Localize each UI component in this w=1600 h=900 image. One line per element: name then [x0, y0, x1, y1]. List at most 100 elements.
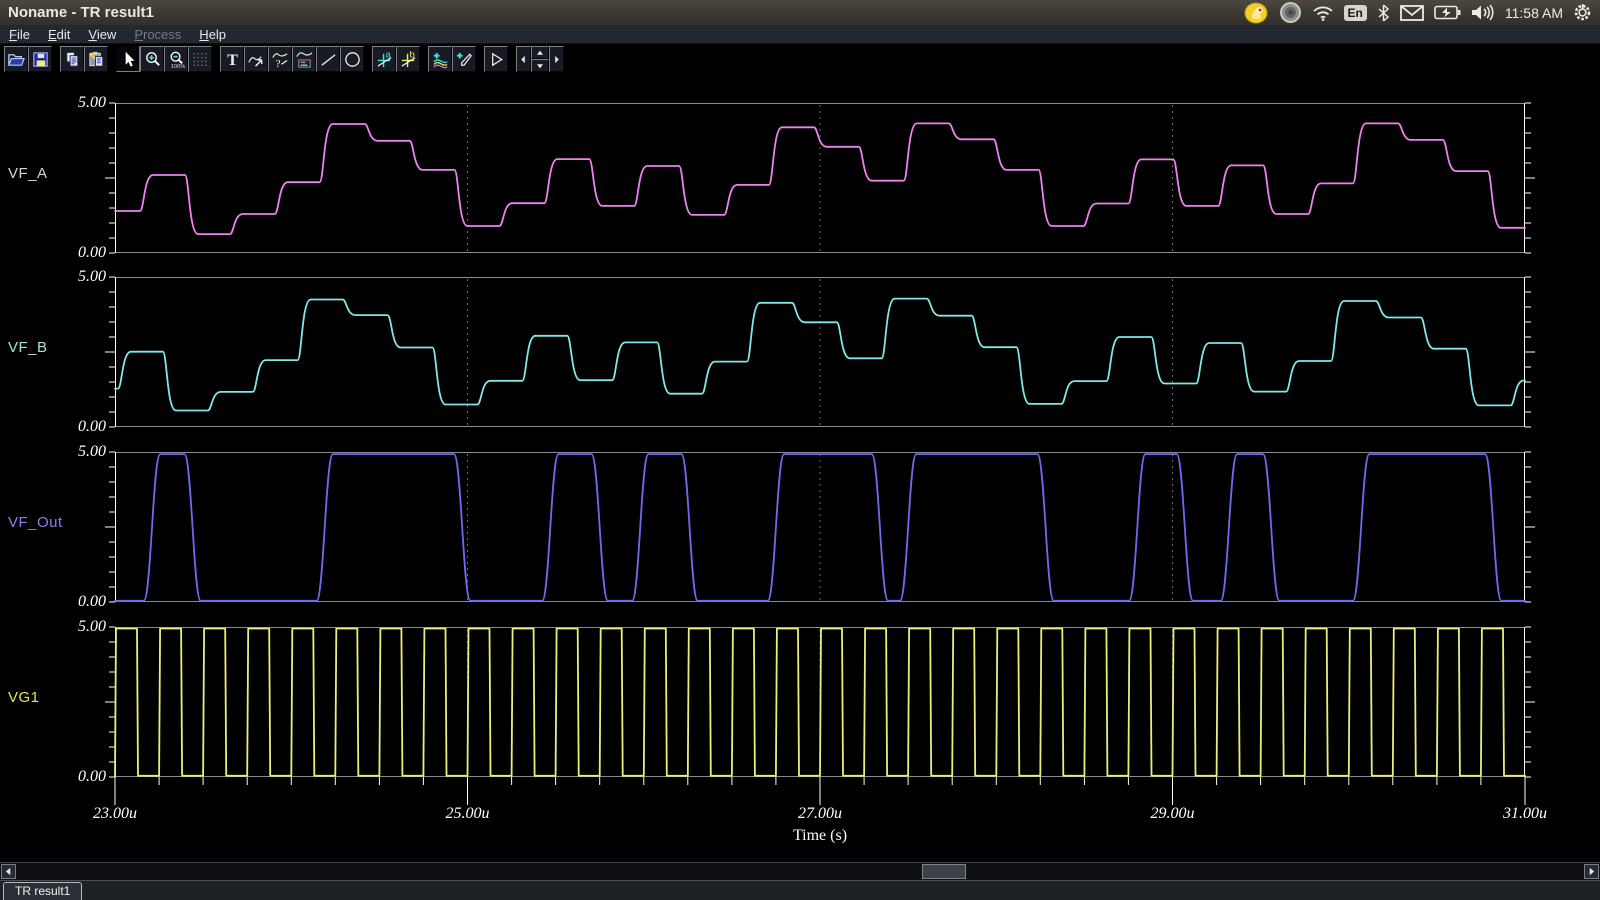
scrollbar-track[interactable] [17, 864, 1583, 879]
y-min-label: 0.00 [36, 244, 106, 262]
y-max-label: 5.00 [36, 618, 106, 636]
zoom-out-100-button[interactable]: 100% [164, 46, 188, 72]
add-curves-icon [431, 50, 450, 69]
y-max-label: 5.00 [36, 94, 106, 112]
svg-text:b: b [409, 50, 414, 61]
cursor-a-button[interactable]: a [372, 46, 396, 72]
svg-text:a: a [385, 50, 391, 61]
menu-help[interactable]: Help [190, 27, 235, 42]
save-file-button[interactable] [28, 46, 52, 72]
grid-icon [191, 50, 210, 69]
copy-icon [63, 50, 82, 69]
titlebar: Noname - TR result1 En 11:58 AM [0, 0, 1600, 25]
toolbar-group [60, 46, 108, 72]
paste-button[interactable] [84, 46, 108, 72]
curve-legend-button[interactable] [292, 46, 316, 72]
process-run-icon [487, 50, 506, 69]
bluetooth-icon[interactable] [1377, 4, 1390, 22]
trace-label-vg1: VG1 [8, 689, 40, 706]
app-badge-icon[interactable] [1244, 2, 1269, 24]
grid-button[interactable] [188, 46, 212, 72]
scroll-left-button[interactable] [1, 864, 16, 879]
svg-text:100%: 100% [170, 64, 185, 69]
toolbar-group [4, 46, 52, 72]
line-tool-icon [319, 50, 338, 69]
horizontal-scrollbar [0, 862, 1600, 880]
curve-help-icon: ? [271, 50, 290, 69]
toolbar-group: T? [220, 46, 364, 72]
text-tool-icon: T [223, 50, 242, 69]
copy-button[interactable] [60, 46, 84, 72]
curve-pointer-button[interactable] [244, 46, 268, 72]
window-title: Noname - TR result1 [0, 4, 154, 21]
toolbar-group [428, 46, 476, 72]
zoom-in-button[interactable] [140, 46, 164, 72]
trace-label-vf_out: VF_Out [8, 514, 63, 531]
toolbar-group: ab [372, 46, 420, 72]
x-tick-label: 25.00u [413, 805, 523, 823]
nav-left-button[interactable] [516, 46, 531, 72]
cursor-b-icon: b [399, 50, 418, 69]
select-cursor-button[interactable] [116, 46, 140, 72]
scroll-right-button[interactable] [1584, 864, 1599, 879]
open-file-icon [7, 50, 26, 69]
x-tick-label: 27.00u [765, 805, 875, 823]
toolbar-group [516, 46, 564, 72]
waveform-plot-area: VF_A 5.00 0.00 VF_B 5.00 0.00 VF_Out 5.00 0.00 VG… [0, 74, 1600, 862]
trace-label-vf_b: VF_B [8, 339, 48, 356]
paste-icon [87, 50, 106, 69]
scrollbar-thumb[interactable] [922, 864, 966, 879]
nav-up-button[interactable] [531, 46, 549, 59]
y-min-label: 0.00 [36, 768, 106, 786]
ellipse-tool-button[interactable] [340, 46, 364, 72]
curve-legend-icon [295, 50, 314, 69]
menu-file[interactable]: File [0, 27, 39, 42]
select-cursor-icon [119, 50, 138, 69]
trace-label-vf_a: VF_A [8, 165, 48, 182]
waveform-vf_b [115, 277, 1525, 427]
result-tab[interactable]: TR result1 [3, 882, 82, 900]
indicator-orb-icon[interactable] [1279, 1, 1302, 24]
text-tool-button[interactable]: T [220, 46, 244, 72]
process-run-button[interactable] [484, 46, 508, 72]
x-tick-label: 23.00u [60, 805, 170, 823]
open-file-button[interactable] [4, 46, 28, 72]
toolbar-group: 100% [116, 46, 212, 72]
curve-pointer-icon [247, 50, 266, 69]
toolbar-group [484, 46, 508, 72]
svg-text:T: T [227, 52, 238, 69]
add-curves-button[interactable] [428, 46, 452, 72]
y-max-label: 5.00 [36, 268, 106, 286]
menu-view[interactable]: View [79, 27, 125, 42]
cursor-b-button[interactable]: b [396, 46, 420, 72]
nav-down-button[interactable] [531, 59, 549, 72]
power-gear-icon[interactable] [1573, 3, 1592, 22]
mail-icon[interactable] [1400, 5, 1424, 21]
clock[interactable]: 11:58 AM [1505, 5, 1563, 21]
menu-edit[interactable]: Edit [39, 27, 79, 42]
x-axis-title: Time (s) [750, 827, 890, 845]
menu-process[interactable]: Process [125, 27, 190, 42]
wifi-icon[interactable] [1312, 5, 1334, 21]
cursor-a-icon: a [375, 50, 394, 69]
nav-down-icon [534, 60, 546, 72]
result-tab-bar: TR result1 [0, 880, 1600, 900]
probe-plus-icon [455, 50, 474, 69]
line-tool-button[interactable] [316, 46, 340, 72]
save-file-icon [31, 50, 50, 69]
curve-help-button[interactable]: ? [268, 46, 292, 72]
menubar: FileEditViewProcessHelp [0, 25, 1600, 44]
battery-icon[interactable] [1434, 5, 1461, 20]
x-tick-label: 31.00u [1470, 805, 1580, 823]
probe-plus-button[interactable] [452, 46, 476, 72]
y-min-label: 0.00 [36, 593, 106, 611]
svg-text:?: ? [275, 59, 280, 69]
nav-right-button[interactable] [549, 46, 564, 72]
waveform-vf_out [115, 452, 1525, 602]
nav-left-icon [517, 53, 530, 66]
zoom-out-100-icon: 100% [167, 50, 186, 69]
keyboard-layout-indicator[interactable]: En [1344, 5, 1367, 21]
nav-right-icon [550, 53, 563, 66]
volume-icon[interactable] [1471, 4, 1495, 21]
x-tick-label: 29.00u [1118, 805, 1228, 823]
